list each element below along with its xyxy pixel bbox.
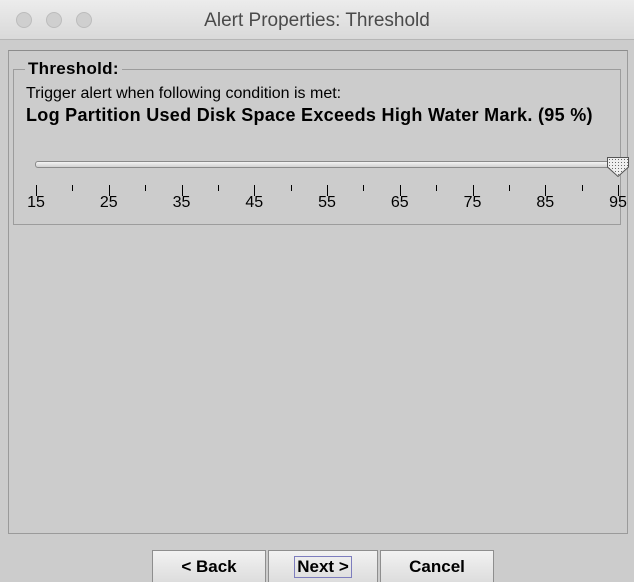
minor-tick [581,185,583,191]
tick-label: 45 [245,194,264,211]
next-button-label: Next > [294,556,352,578]
minor-tick [72,185,74,191]
tick-label: 85 [536,194,555,211]
minor-tick [363,185,365,191]
condition-text: Log Partition Used Disk Space Exceeds Hi… [26,105,593,125]
threshold-group-title: Threshold: [25,59,122,79]
tick-label: 95 [609,194,627,211]
window-title: Alert Properties: Threshold [204,10,430,31]
tick-label: 15 [27,194,45,211]
tick-label: 25 [99,194,118,211]
tick-label: 65 [390,194,409,211]
minor-tick [145,185,147,191]
minor-tick [436,185,438,191]
cancel-button[interactable]: Cancel [380,550,494,582]
title-bar: Alert Properties: Threshold [0,0,634,40]
next-button[interactable]: Next > [268,550,378,582]
tick-label: 35 [172,194,191,211]
tick-label: 55 [318,194,336,211]
button-bar: < Back Next > Cancel [0,540,634,582]
minor-tick [508,185,510,191]
trigger-description: Trigger alert when following condition i… [26,85,342,102]
content-panel: Threshold: Trigger alert when following … [8,50,628,534]
minor-tick [217,185,219,191]
threshold-slider[interactable]: 15 25 35 45 55 65 75 85 95 [21,156,629,216]
slider-thumb[interactable] [606,156,630,178]
back-button[interactable]: < Back [152,550,266,582]
minor-tick [290,185,292,191]
tick-label: 75 [463,194,482,211]
slider-track[interactable] [35,161,615,168]
